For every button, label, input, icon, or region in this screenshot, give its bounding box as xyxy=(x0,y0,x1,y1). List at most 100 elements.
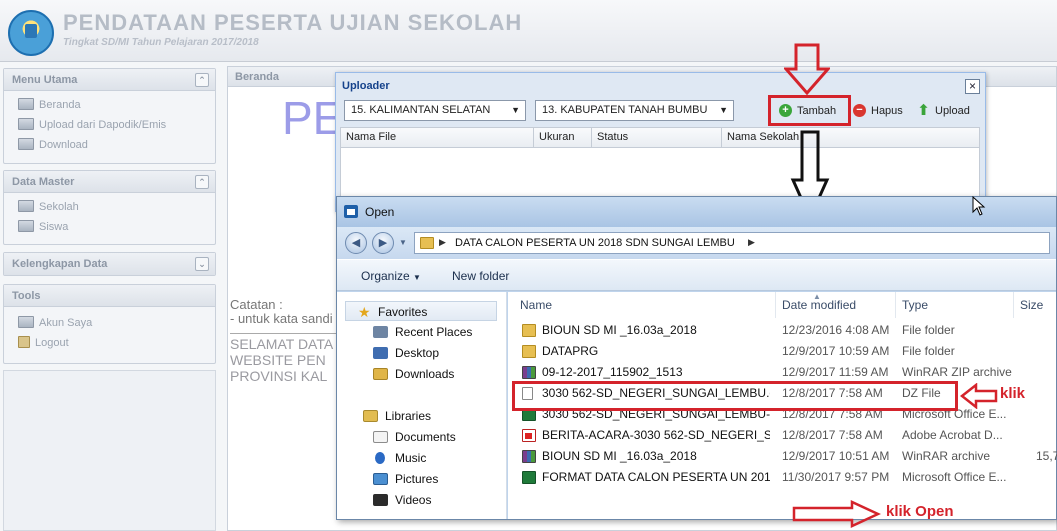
sidebar-item-akun-saya[interactable]: Akun Saya xyxy=(4,313,215,333)
monitor-icon xyxy=(18,138,34,150)
catatan-text: - untuk kata sandi xyxy=(230,311,333,326)
organize-button[interactable]: Organize ▼ xyxy=(361,269,421,283)
hapus-button[interactable]: − Hapus xyxy=(851,101,903,121)
sidebar-item-label: Logout xyxy=(35,337,69,349)
address-row: ◀ ▶ ▼ ▶ DATA CALON PESERTA UN 2018 SDN S… xyxy=(337,227,1056,259)
file-row[interactable]: BIOUN SD MI _16.03a_2018 12/9/2017 10:51… xyxy=(508,446,1057,467)
welcome-line: PROVINSI KAL xyxy=(230,368,328,384)
open-titlebar[interactable]: Open xyxy=(337,197,1056,227)
monitor-icon xyxy=(18,316,34,328)
file-row[interactable]: DATAPRG 12/9/2017 10:59 AM File folder xyxy=(508,341,1056,362)
hapus-label: Hapus xyxy=(871,105,903,117)
file-date: 11/30/2017 9:57 PM xyxy=(782,470,890,484)
nav-label: Favorites xyxy=(378,305,428,319)
breadcrumb-chevron-icon[interactable]: ▶ xyxy=(748,237,755,248)
col-date-modified[interactable]: Date modified xyxy=(776,292,896,318)
expand-down-icon[interactable]: ⌄ xyxy=(195,257,209,271)
monitor-icon xyxy=(18,118,34,130)
lock-icon xyxy=(18,336,30,348)
app-window-icon xyxy=(344,205,358,218)
sidebar-item-label: Upload dari Dapodik/Emis xyxy=(39,119,167,131)
sidebar-item-beranda[interactable]: Beranda xyxy=(4,95,215,115)
panel-title: Data Master xyxy=(12,176,75,188)
folder-icon xyxy=(420,237,434,249)
file-size: 15,7 xyxy=(1036,449,1057,463)
music-icon xyxy=(375,452,385,464)
file-row[interactable]: BIOUN SD MI _16.03a_2018 12/23/2016 4:08… xyxy=(508,320,1056,341)
uploader-grid-header: Nama File Ukuran Status Nama Sekolah xyxy=(340,127,980,148)
file-type: File folder xyxy=(902,323,955,337)
panel-title: Tools xyxy=(12,290,41,302)
folder-icon xyxy=(522,345,536,358)
nav-favorites[interactable]: ★ Favorites xyxy=(345,301,497,321)
file-name: BIOUN SD MI _16.03a_2018 xyxy=(542,323,697,337)
open-file-dialog: Open ◀ ▶ ▼ ▶ DATA CALON PESERTA UN 2018 … xyxy=(336,196,1057,520)
sidebar-item-download[interactable]: Download xyxy=(4,135,215,155)
file-date: 12/9/2017 11:59 AM xyxy=(782,365,889,379)
forward-arrow-icon[interactable]: ▶ xyxy=(372,232,394,254)
collapse-up-icon[interactable]: ⌃ xyxy=(195,73,209,87)
file-row[interactable]: 09-12-2017_115902_1513 12/9/2017 11:59 A… xyxy=(508,362,1056,383)
sidebar-item-logout[interactable]: Logout xyxy=(4,333,215,353)
col-nama-sekolah[interactable]: Nama Sekolah xyxy=(722,128,980,147)
recent-places-icon xyxy=(373,326,388,338)
col-nama-file[interactable]: Nama File xyxy=(341,128,534,147)
down-arrow-annotation xyxy=(784,43,830,95)
col-size[interactable]: Size xyxy=(1014,292,1056,318)
sidebar-item-label: Beranda xyxy=(39,99,81,111)
col-name[interactable]: Name xyxy=(514,292,776,318)
file-name: DATAPRG xyxy=(542,344,599,358)
videos-icon xyxy=(373,494,388,506)
back-arrow-icon[interactable]: ◀ xyxy=(345,232,367,254)
history-dropdown-icon[interactable]: ▼ xyxy=(399,238,407,247)
sidebar-item-label: Download xyxy=(39,139,88,151)
mouse-cursor-icon xyxy=(972,196,986,216)
navigation-pane: ★ Favorites Recent Places Desktop Downlo… xyxy=(337,292,507,519)
file-name: 09-12-2017_115902_1513 xyxy=(542,365,683,379)
breadcrumb-path[interactable]: DATA CALON PESERTA UN 2018 SDN SUNGAI LE… xyxy=(455,237,735,249)
panel-header[interactable]: Tools xyxy=(4,285,215,307)
sidebar-item-label: Siswa xyxy=(39,221,69,233)
file-date: 12/9/2017 10:59 AM xyxy=(782,344,890,358)
new-folder-button[interactable]: New folder xyxy=(452,269,509,283)
panel-header[interactable]: Data Master ⌃ xyxy=(4,171,215,193)
welcome-text: SELAMAT DATA WEBSITE PEN PROVINSI KAL xyxy=(230,333,340,384)
col-status[interactable]: Status xyxy=(592,128,722,147)
nav-label: Documents xyxy=(395,430,456,444)
collapse-up-icon[interactable]: ⌃ xyxy=(195,175,209,189)
address-bar[interactable]: ▶ DATA CALON PESERTA UN 2018 SDN SUNGAI … xyxy=(414,232,1050,254)
file-type: File folder xyxy=(902,344,955,358)
sidebar-item-sekolah[interactable]: Sekolah xyxy=(4,197,215,217)
province-select[interactable]: 15. KALIMANTAN SELATAN ▼ xyxy=(344,100,526,121)
nav-label: Downloads xyxy=(395,367,455,381)
file-row[interactable]: FORMAT DATA CALON PESERTA UN 201... 11/3… xyxy=(508,467,1056,488)
district-select[interactable]: 13. KABUPATEN TANAH BUMBU ▼ xyxy=(535,100,734,121)
panel-header[interactable]: Menu Utama ⌃ xyxy=(4,69,215,91)
documents-icon xyxy=(373,431,388,443)
klik-annotation: klik xyxy=(1000,385,1026,402)
breadcrumb-chevron-icon[interactable]: ▶ xyxy=(439,237,446,248)
sidebar-item-upload[interactable]: Upload dari Dapodik/Emis xyxy=(4,115,215,135)
welcome-line: WEBSITE PEN xyxy=(230,352,326,368)
right-arrow-annotation xyxy=(792,500,881,528)
dropdown-arrow-icon: ▼ xyxy=(413,273,421,282)
col-ukuran[interactable]: Ukuran xyxy=(534,128,592,147)
col-type[interactable]: Type xyxy=(896,292,1014,318)
libraries-icon xyxy=(363,410,378,422)
app-title: PENDATAAN PESERTA UJIAN SEKOLAH xyxy=(63,10,523,35)
upload-label: Upload xyxy=(935,105,970,117)
nav-label: Desktop xyxy=(395,346,440,360)
left-arrow-annotation xyxy=(960,383,998,409)
upload-button[interactable]: ⬆ Upload xyxy=(915,101,970,121)
sidebar-item-siswa[interactable]: Siswa xyxy=(4,217,215,237)
panel-menu-utama: Menu Utama ⌃ Beranda Upload dari Dapodik… xyxy=(3,68,216,164)
rar-icon xyxy=(522,366,536,379)
file-row[interactable]: BERITA-ACARA-3030 562-SD_NEGERI_SU... 12… xyxy=(508,425,1056,446)
panel-header[interactable]: Kelengkapan Data ⌄ xyxy=(4,253,215,275)
catatan-note: Catatan : - untuk kata sandi xyxy=(230,298,333,326)
organize-label: Organize xyxy=(361,269,410,283)
tut-wuri-logo xyxy=(8,10,54,56)
close-icon[interactable]: × xyxy=(965,79,980,94)
uploader-title: Uploader xyxy=(342,80,390,92)
nav-label: Recent Places xyxy=(395,325,473,339)
